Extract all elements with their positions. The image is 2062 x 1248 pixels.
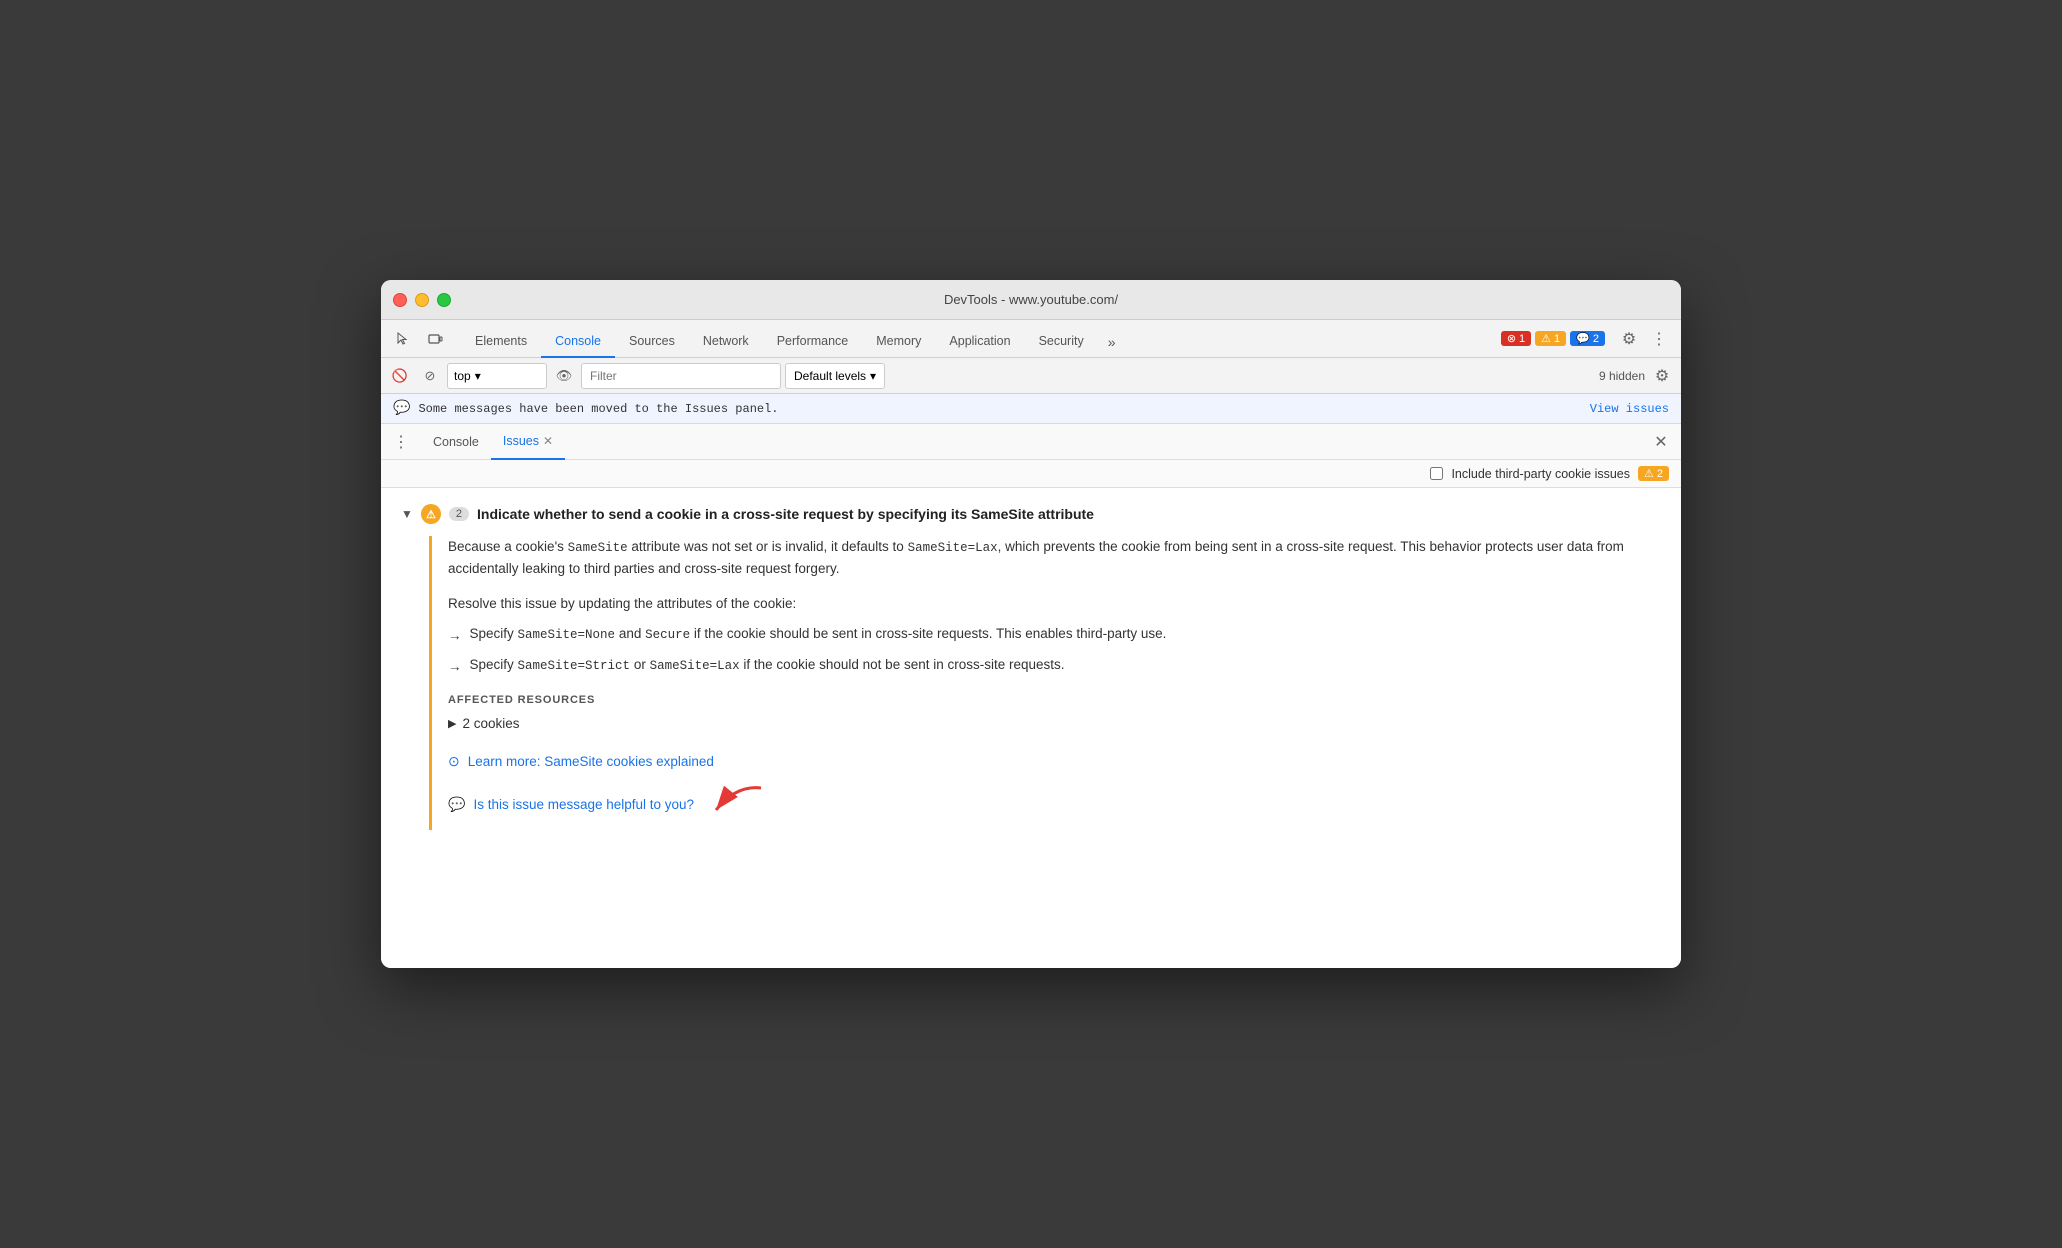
issue-header: ▼ ⚠ 2 Indicate whether to send a cookie … — [401, 504, 1661, 524]
cookies-row[interactable]: ▶ 2 cookies — [448, 714, 1661, 733]
samesite-code-1: SameSite — [568, 541, 628, 555]
inspect-element-button[interactable] — [389, 325, 417, 353]
info-count: 2 — [1593, 333, 1599, 345]
sub-tab-menu-button[interactable]: ⋮ — [389, 430, 413, 454]
error-badge[interactable]: ⊗ 1 — [1501, 331, 1531, 346]
samestrict-code: SameSite=Strict — [518, 659, 631, 673]
scroll-area[interactable]: ▼ ⚠ 2 Indicate whether to send a cookie … — [381, 488, 1681, 968]
levels-arrow-icon: ▾ — [870, 369, 876, 383]
sub-toolbar: ⋮ Console Issues ✕ ✕ — [381, 424, 1681, 460]
info-badge[interactable]: 💬 2 — [1570, 331, 1605, 346]
resolve-text: Resolve this issue by updating the attri… — [448, 596, 1661, 611]
device-icon — [427, 331, 443, 347]
tab-performance[interactable]: Performance — [763, 326, 863, 358]
expand-arrow-icon[interactable]: ▼ — [401, 507, 413, 521]
tab-console[interactable]: Console — [541, 326, 615, 358]
sub-tab-issues[interactable]: Issues ✕ — [491, 424, 565, 460]
issues-warning-icon: ⚠ — [1644, 467, 1654, 480]
tab-sources[interactable]: Sources — [615, 326, 689, 358]
secure-code: Secure — [645, 628, 690, 642]
view-issues-link[interactable]: View issues — [1590, 402, 1669, 416]
sub-toolbar-right: ✕ — [1649, 430, 1673, 454]
warning-count: 1 — [1554, 333, 1560, 345]
issues-tab-close[interactable]: ✕ — [543, 434, 553, 448]
more-options-button[interactable]: ⋮ — [1645, 325, 1673, 353]
info-icon: 💬 — [1576, 332, 1590, 345]
tab-elements[interactable]: Elements — [461, 326, 541, 358]
learn-more-text: Learn more: SameSite cookies explained — [468, 754, 714, 769]
third-party-label[interactable]: Include third-party cookie issues — [1451, 467, 1630, 481]
console-toolbar: 🚫 ⊘ top ▾ 👁 Default levels ▾ 9 hidden ⚙ — [381, 358, 1681, 394]
warning-badge[interactable]: ⚠ 1 — [1535, 331, 1566, 346]
helpful-link[interactable]: 💬 Is this issue message helpful to you? — [448, 780, 1661, 830]
title-bar: DevTools - www.youtube.com/ — [381, 280, 1681, 320]
learn-more-section: ⊙ Learn more: SameSite cookies explained… — [448, 753, 1661, 830]
affected-resources: AFFECTED RESOURCES ▶ 2 cookies — [448, 694, 1661, 733]
tab-network[interactable]: Network — [689, 326, 763, 358]
feedback-icon: 💬 — [448, 796, 465, 813]
clear-console-button[interactable]: 🚫 — [387, 363, 413, 389]
maximize-button[interactable] — [437, 293, 451, 307]
affected-label: AFFECTED RESOURCES — [448, 694, 1661, 706]
traffic-lights — [393, 293, 451, 307]
tab-application[interactable]: Application — [935, 326, 1024, 358]
hidden-count: 9 hidden — [1599, 369, 1645, 383]
samenone-code: SameSite=None — [518, 628, 616, 642]
console-settings-button[interactable]: ⚙ — [1649, 363, 1675, 389]
context-selector[interactable]: top ▾ — [447, 363, 547, 389]
levels-label: Default levels — [794, 369, 866, 383]
samesite-lax-code: SameSite=Lax — [908, 541, 998, 555]
badge-group: ⊗ 1 ⚠ 1 💬 2 ⚙ ⋮ — [1501, 325, 1673, 353]
chevron-down-icon: ▾ — [475, 369, 481, 383]
cookies-expand-icon: ▶ — [448, 717, 456, 730]
third-party-checkbox[interactable] — [1430, 467, 1443, 480]
issue-description: Because a cookie's SameSite attribute wa… — [448, 536, 1661, 580]
device-toggle-button[interactable] — [421, 325, 449, 353]
issues-count: 2 — [1657, 468, 1663, 480]
cursor-icon — [395, 331, 411, 347]
info-banner-icon: 💬 — [393, 400, 410, 417]
default-levels-dropdown[interactable]: Default levels ▾ — [785, 363, 885, 389]
settings-button[interactable]: ⚙ — [1615, 325, 1643, 353]
bullet-item-2: → Specify SameSite=Strict or SameSite=La… — [448, 654, 1661, 678]
red-arrow-annotation — [706, 780, 766, 830]
third-party-bar: Include third-party cookie issues ⚠ 2 — [381, 460, 1681, 488]
bullet-text-1: Specify SameSite=None and Secure if the … — [470, 623, 1167, 645]
tab-memory[interactable]: Memory — [862, 326, 935, 358]
eye-icon-button[interactable]: 👁 — [551, 363, 577, 389]
helpful-text: Is this issue message helpful to you? — [473, 797, 694, 812]
devtools-window: DevTools - www.youtube.com/ Elements Con… — [381, 280, 1681, 968]
minimize-button[interactable] — [415, 293, 429, 307]
issue-title: Indicate whether to send a cookie in a c… — [477, 506, 1094, 522]
tab-security[interactable]: Security — [1025, 326, 1098, 358]
issue-body: Because a cookie's SameSite attribute wa… — [429, 536, 1661, 830]
bullet-item-1: → Specify SameSite=None and Secure if th… — [448, 623, 1661, 647]
issue-warning-icon: ⚠ — [421, 504, 441, 524]
stop-logging-button[interactable]: ⊘ — [417, 363, 443, 389]
warning-icon: ⚠ — [1541, 332, 1551, 345]
issues-count-badge: ⚠ 2 — [1638, 466, 1669, 481]
info-banner-text: Some messages have been moved to the Iss… — [418, 402, 778, 416]
samelax-code2: SameSite=Lax — [650, 659, 740, 673]
close-button[interactable] — [393, 293, 407, 307]
error-icon: ⊗ — [1507, 332, 1516, 345]
bullet-arrow-2: → — [448, 656, 462, 678]
context-value: top — [454, 369, 471, 383]
cookies-count: 2 cookies — [462, 716, 519, 731]
learn-more-link[interactable]: ⊙ Learn more: SameSite cookies explained — [448, 753, 1661, 770]
info-banner: 💬 Some messages have been moved to the I… — [381, 394, 1681, 424]
bullet-arrow-1: → — [448, 625, 462, 647]
external-link-icon: ⊙ — [448, 753, 460, 770]
nav-tabs: Elements Console Sources Network Perform… — [457, 320, 1130, 358]
window-title: DevTools - www.youtube.com/ — [944, 292, 1118, 307]
main-content: ▼ ⚠ 2 Indicate whether to send a cookie … — [381, 488, 1681, 968]
main-toolbar: Elements Console Sources Network Perform… — [381, 320, 1681, 358]
panel-close-button[interactable]: ✕ — [1649, 430, 1673, 454]
issue-count-badge: 2 — [449, 507, 469, 521]
sub-tab-console[interactable]: Console — [421, 424, 491, 460]
filter-input[interactable] — [581, 363, 781, 389]
bullet-text-2: Specify SameSite=Strict or SameSite=Lax … — [470, 654, 1065, 676]
error-count: 1 — [1519, 333, 1525, 345]
more-tabs-button[interactable]: » — [1098, 326, 1126, 358]
